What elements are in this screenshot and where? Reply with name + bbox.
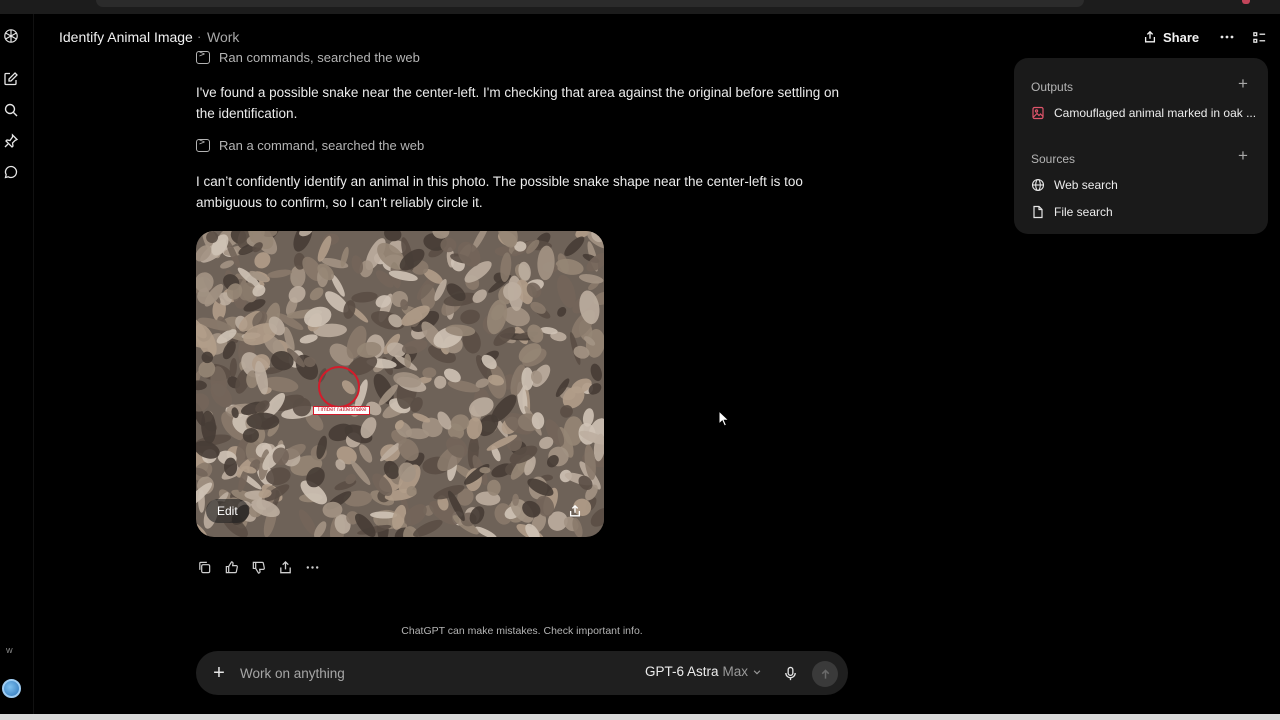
sidebar-rail: W [0, 14, 34, 714]
share-icon [1144, 30, 1156, 43]
add-output-button[interactable]: + [1238, 75, 1252, 92]
source-item-file-search[interactable]: File search [1031, 205, 1255, 219]
tool-activity-2[interactable]: Ran a command, searched the web [196, 137, 425, 153]
mouse-cursor [718, 410, 730, 427]
model-selector[interactable]: GPT-6 Astra Max [645, 664, 762, 679]
image-file-icon [1032, 106, 1044, 120]
new-chat-icon[interactable] [3, 71, 19, 87]
output-label: Camouflaged animal marked in oak ... [1054, 106, 1255, 120]
avatar[interactable] [2, 679, 21, 698]
sidebar-toggle-icon[interactable] [1249, 27, 1269, 47]
output-item[interactable]: Camouflaged animal marked in oak ... [1031, 106, 1255, 120]
search-icon[interactable] [3, 102, 19, 118]
workspace-panel: Outputs + Camouflaged animal marked in o… [1014, 58, 1268, 234]
outputs-heading: Outputs [1031, 80, 1074, 94]
edit-image-button[interactable]: Edit [206, 499, 249, 523]
send-icon [821, 668, 829, 679]
composer: + GPT-6 Astra Max [196, 651, 848, 695]
chevron-down-icon [753, 669, 761, 674]
share-label: Share [1163, 29, 1200, 45]
microphone-icon[interactable] [780, 663, 800, 683]
tool-activity-label: Ran a command, searched the web [219, 138, 425, 153]
model-name: GPT-6 Astra [645, 664, 719, 679]
workspace-initial: W [6, 648, 13, 655]
more-icon[interactable] [304, 559, 320, 575]
annotation-circle [318, 366, 360, 408]
browser-top-bar [0, 0, 1280, 14]
breadcrumb-project[interactable]: Work [207, 29, 239, 45]
source-label: Web search [1054, 178, 1118, 192]
source-item-web-search[interactable]: Web search [1031, 178, 1255, 192]
add-source-button[interactable]: + [1238, 147, 1252, 164]
disclaimer-text: ChatGPT can make mistakes. Check importa… [401, 625, 643, 637]
plus-icon[interactable]: + [208, 662, 230, 684]
pin-icon[interactable] [3, 133, 19, 149]
prompt-input[interactable] [240, 663, 620, 683]
copy-icon[interactable] [196, 559, 212, 575]
chat-bubble-icon[interactable] [3, 164, 19, 180]
globe-icon [1031, 178, 1045, 192]
openai-logo-icon[interactable] [3, 28, 19, 44]
assistant-paragraph: I can’t confidently identify an animal i… [196, 174, 803, 210]
thumbs-down-icon[interactable] [250, 559, 266, 575]
browser-address-bar[interactable] [96, 0, 1084, 7]
share-button[interactable]: Share [1143, 27, 1199, 47]
taskbar-edge [0, 714, 1280, 720]
message-actions [196, 559, 320, 575]
terminal-icon [196, 49, 210, 64]
leaf-litter-photo [196, 231, 604, 537]
file-icon [1033, 205, 1043, 219]
source-label: File search [1054, 205, 1113, 219]
page-title[interactable]: Identify Animal Image [59, 29, 193, 45]
generated-image[interactable]: Timber rattlesnake Edit [196, 231, 604, 537]
share-image-button[interactable] [562, 499, 588, 523]
more-icon[interactable] [1217, 27, 1237, 47]
share-icon [569, 504, 581, 517]
title-separator: · [197, 29, 202, 44]
annotation-label: Timber rattlesnake [313, 406, 371, 415]
send-button[interactable] [812, 661, 838, 687]
tool-activity-1[interactable]: Ran commands, searched the web [196, 49, 420, 65]
model-variant: Max [722, 664, 749, 679]
assistant-paragraph: I've found a possible snake near the cen… [196, 85, 840, 121]
thumbs-up-icon[interactable] [223, 559, 239, 575]
tool-activity-label: Ran commands, searched the web [219, 50, 420, 65]
share-icon[interactable] [277, 559, 293, 575]
browser-indicator [1242, 0, 1250, 4]
sources-heading: Sources [1031, 152, 1076, 166]
terminal-icon [196, 137, 210, 152]
